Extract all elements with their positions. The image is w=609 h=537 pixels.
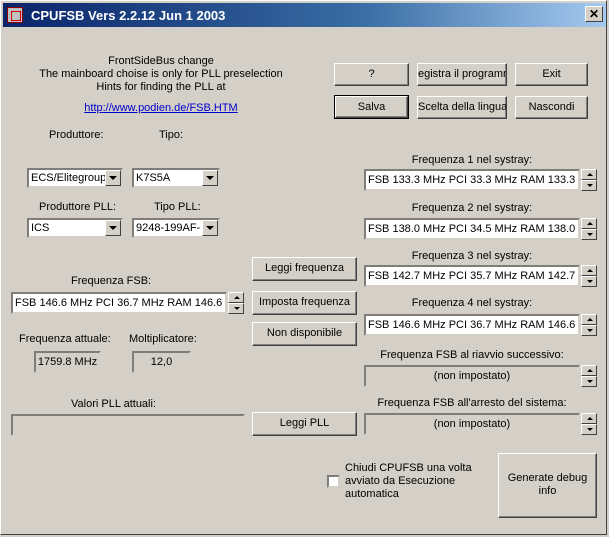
spin-up-icon[interactable]: [581, 265, 597, 276]
type-label: Tipo:: [159, 129, 184, 141]
restart-frequency-label: Frequenza FSB al riavvio successivo:: [380, 349, 564, 361]
spin-up-icon[interactable]: [581, 314, 597, 325]
spin-up-icon[interactable]: [228, 292, 244, 303]
pll-producer-label: Produttore PLL:: [39, 201, 117, 213]
systray-2-label: Frequenza 2 nel systray:: [411, 202, 533, 214]
chevron-down-icon[interactable]: [202, 170, 218, 186]
restart-frequency-spinner[interactable]: [581, 365, 597, 387]
spin-down-icon[interactable]: [581, 229, 597, 240]
systray-3-field[interactable]: FSB 142.7 MHz PCI 35.7 MHz RAM 142.7: [364, 265, 580, 287]
pll-values-label: Valori PLL attuali:: [71, 398, 156, 410]
shutdown-frequency-spinner[interactable]: [581, 413, 597, 435]
producer-value: ECS/Elitegroup: [31, 172, 107, 184]
chevron-down-icon[interactable]: [105, 170, 121, 186]
spin-up-icon[interactable]: [581, 169, 597, 180]
read-frequency-button[interactable]: Leggi frequenza: [252, 257, 357, 281]
not-available-button[interactable]: Non disponibile: [252, 322, 357, 346]
exit-button[interactable]: Exit: [515, 63, 588, 86]
pll-type-select[interactable]: 9248-199AF-: [132, 218, 220, 238]
close-option-line-3: automatica: [345, 488, 399, 500]
systray-1-spinner[interactable]: [581, 169, 597, 191]
debug-line-1: Generate debug: [507, 472, 588, 484]
shutdown-frequency-label: Frequenza FSB all'arresto del sistema:: [377, 397, 567, 409]
restart-frequency-field[interactable]: (non impostato): [364, 365, 580, 387]
spin-down-icon[interactable]: [228, 303, 244, 314]
type-value: K7S5A: [136, 172, 171, 184]
systray-1-label: Frequenza 1 nel systray:: [411, 154, 533, 166]
producer-label: Produttore:: [49, 129, 104, 141]
shutdown-frequency-field[interactable]: (non impostato): [364, 413, 580, 435]
debug-line-2: info: [538, 485, 557, 497]
systray-2-field[interactable]: FSB 138.0 MHz PCI 34.5 MHz RAM 138.0: [364, 218, 580, 240]
hide-button[interactable]: Nascondi: [515, 96, 588, 119]
spin-down-icon[interactable]: [581, 424, 597, 435]
spin-down-icon[interactable]: [581, 180, 597, 191]
close-after-autostart-checkbox[interactable]: [327, 475, 340, 488]
intro-line-3: Hints for finding the PLL at: [96, 81, 226, 93]
intro-line-2: The mainboard choise is only for PLL pre…: [39, 68, 283, 80]
spin-down-icon[interactable]: [581, 376, 597, 387]
main-window: CPUFSB Vers 2.2.12 Jun 1 2003 ✕ FrontSid…: [0, 0, 607, 535]
systray-4-label: Frequenza 4 nel systray:: [411, 297, 533, 309]
title-bar[interactable]: CPUFSB Vers 2.2.12 Jun 1 2003 ✕: [3, 3, 606, 27]
systray-4-spinner[interactable]: [581, 314, 597, 336]
spin-down-icon[interactable]: [581, 276, 597, 287]
spin-down-icon[interactable]: [581, 325, 597, 336]
app-icon: [7, 7, 23, 23]
producer-select[interactable]: ECS/Elitegroup: [27, 168, 123, 188]
systray-2-spinner[interactable]: [581, 218, 597, 240]
generate-debug-button[interactable]: Generate debug info: [498, 453, 597, 518]
pll-type-value: 9248-199AF-: [136, 222, 201, 234]
spin-up-icon[interactable]: [581, 413, 597, 424]
window-title: CPUFSB Vers 2.2.12 Jun 1 2003: [31, 8, 226, 23]
pll-producer-value: ICS: [31, 222, 50, 234]
set-frequency-button[interactable]: Imposta frequenza: [252, 291, 357, 315]
spin-up-icon[interactable]: [581, 365, 597, 376]
current-frequency-value: 1759.8 MHz: [34, 351, 101, 373]
type-select[interactable]: K7S5A: [132, 168, 220, 188]
multiplier-value: 12,0: [132, 351, 191, 373]
systray-1-field[interactable]: FSB 133.3 MHz PCI 33.3 MHz RAM 133.3: [364, 169, 580, 191]
systray-4-field[interactable]: FSB 146.6 MHz PCI 36.7 MHz RAM 146.6: [364, 314, 580, 336]
close-option-line-1: Chiudi CPUFSB una volta: [345, 462, 472, 474]
fsb-field[interactable]: FSB 146.6 MHz PCI 36.7 MHz RAM 146.6: [11, 292, 227, 314]
spin-up-icon[interactable]: [581, 218, 597, 229]
close-option-line-2: avviato da Esecuzione: [345, 475, 456, 487]
fsb-label: Frequenza FSB:: [71, 275, 152, 287]
pll-type-label: Tipo PLL:: [154, 201, 201, 213]
pll-producer-select[interactable]: ICS: [27, 218, 123, 238]
systray-3-label: Frequenza 3 nel systray:: [411, 250, 533, 262]
close-button[interactable]: ✕: [585, 6, 603, 22]
register-button[interactable]: egistra il programm: [417, 63, 507, 86]
read-pll-button[interactable]: Leggi PLL: [252, 412, 357, 436]
fsb-spinner[interactable]: [228, 292, 244, 314]
pll-values-field: [11, 414, 245, 436]
chevron-down-icon[interactable]: [202, 220, 218, 236]
language-button[interactable]: Scelta della lingua: [417, 96, 507, 119]
chevron-down-icon[interactable]: [105, 220, 121, 236]
multiplier-label: Moltiplicatore:: [129, 333, 197, 345]
hints-link[interactable]: http://www.podien.de/FSB.HTM: [21, 102, 301, 114]
intro-line-1: FrontSideBus change: [108, 55, 214, 67]
current-frequency-label: Frequenza attuale:: [19, 333, 111, 345]
save-button[interactable]: Salva: [334, 95, 409, 119]
help-button[interactable]: ?: [334, 63, 409, 86]
systray-3-spinner[interactable]: [581, 265, 597, 287]
